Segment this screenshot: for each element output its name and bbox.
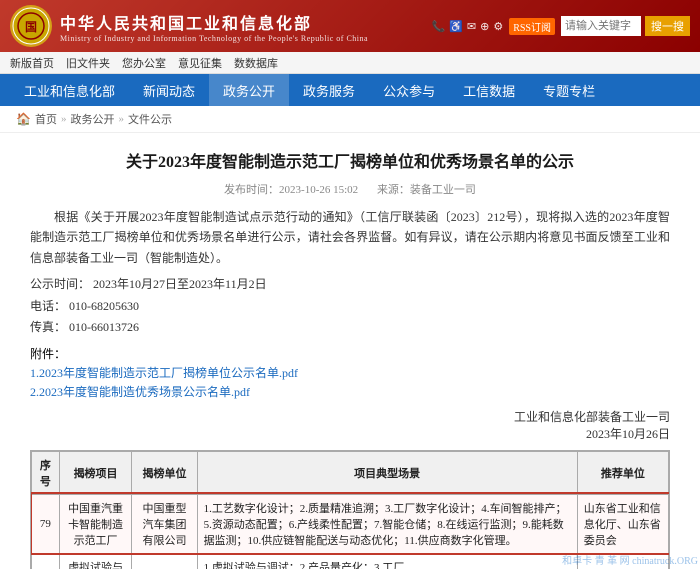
phone-icon: 📞 bbox=[431, 20, 445, 33]
pub-time-value: 2023年10月27日至2023年11月2日 bbox=[93, 277, 267, 291]
svg-text:国: 国 bbox=[25, 20, 37, 34]
nav-item-public[interactable]: 公众参与 bbox=[369, 74, 449, 106]
cell-id-next: 1 bbox=[32, 553, 60, 569]
nav-item-data[interactable]: 工信数据 bbox=[449, 74, 529, 106]
breadcrumb-sep2: » bbox=[118, 113, 124, 125]
article-body: 根据《关于开展2023年度智能制造试点示范行动的通知》（工信厅联装函〔2023〕… bbox=[30, 207, 670, 268]
rss-badge[interactable]: RSS订阅 bbox=[509, 18, 555, 35]
cell-recommend-next bbox=[577, 553, 668, 569]
col-header-recommend: 推荐单位 bbox=[577, 451, 668, 494]
nav-item-miit[interactable]: 工业和信息化部 bbox=[10, 74, 129, 106]
main-content: 关于2023年度智能制造示范工厂揭榜单位和优秀场景名单的公示 发布时间：2023… bbox=[0, 133, 700, 569]
fax-label: 传真： bbox=[30, 320, 66, 334]
table-row: 1 虚拟试验与调试 1.虚拟试验与调试；2.产品量产化；3.工厂 bbox=[32, 553, 669, 569]
cell-scenarios-79: 1.工艺数字化设计；2.质量精准追溯；3.工厂数字化设计；4.车间智能排产；5.… bbox=[197, 494, 577, 553]
settings-icon: ⚙ bbox=[493, 20, 503, 33]
header-right: 📞 ♿ ✉ ⊕ ⚙ RSS订阅 搜一搜 bbox=[431, 16, 690, 36]
col-header-project: 揭榜项目 bbox=[59, 451, 132, 494]
col-header-unit: 揭榜单位 bbox=[132, 451, 197, 494]
col-header-scenarios: 项目典型场景 bbox=[197, 451, 577, 494]
utility-link-archive[interactable]: 旧文件夹 bbox=[66, 55, 110, 71]
meta-date: 发布时间：2023-10-26 15:02 bbox=[224, 184, 358, 196]
fax-line: 传真： 010-66013726 bbox=[30, 317, 670, 339]
nav-item-govopen[interactable]: 政务公开 bbox=[209, 74, 289, 106]
data-table-wrap: 序号 揭榜项目 揭榜单位 项目典型场景 推荐单位 79 中国重汽重卡智能制造示范… bbox=[30, 450, 670, 569]
logo-emblem: 国 bbox=[10, 5, 52, 47]
attachment-2[interactable]: 2.2023年度智能制造优秀场景公示名单.pdf bbox=[30, 383, 670, 400]
article-title: 关于2023年度智能制造示范工厂揭榜单位和优秀场景名单的公示 bbox=[30, 151, 670, 175]
site-title-en: Ministry of Industry and Information Tec… bbox=[60, 34, 368, 43]
org-sign: 工业和信息化部装备工业一司 2023年10月26日 bbox=[30, 408, 670, 442]
attachments: 附件： 1.2023年度智能制造示范工厂揭榜单位公示名单.pdf 2.2023年… bbox=[30, 345, 670, 400]
cell-unit-next bbox=[132, 553, 197, 569]
cell-id-79: 79 bbox=[32, 494, 60, 553]
search-input[interactable] bbox=[561, 16, 641, 36]
article-meta: 发布时间：2023-10-26 15:02 来源：装备工业一司 bbox=[30, 181, 670, 197]
cell-unit-79: 中国重型汽车集团有限公司 bbox=[132, 494, 197, 553]
email-icon: ✉ bbox=[467, 20, 476, 33]
utility-link-data[interactable]: 数数据库 bbox=[234, 55, 278, 71]
breadcrumb-item2[interactable]: 文件公示 bbox=[128, 111, 172, 127]
phone-value: 010-68205630 bbox=[69, 299, 139, 313]
attachment-1[interactable]: 1.2023年度智能制造示范工厂揭榜单位公示名单.pdf bbox=[30, 364, 670, 381]
meta-source: 来源：装备工业一司 bbox=[377, 184, 476, 196]
header-icons: 📞 ♿ ✉ ⊕ ⚙ bbox=[431, 20, 503, 33]
phone-line: 电话： 010-68205630 bbox=[30, 296, 670, 318]
cell-project-next: 虚拟试验与调试 bbox=[59, 553, 132, 569]
breadcrumb-item1[interactable]: 政务公开 bbox=[70, 111, 114, 127]
logo-text: 中华人民共和国工业和信息化部 Ministry of Industry and … bbox=[60, 10, 368, 43]
attach-title: 附件： bbox=[30, 347, 66, 361]
table-header-row: 序号 揭榜项目 揭榜单位 项目典型场景 推荐单位 bbox=[32, 451, 669, 494]
logo-area: 国 中华人民共和国工业和信息化部 Ministry of Industry an… bbox=[10, 5, 368, 47]
table-row: 79 中国重汽重卡智能制造示范工厂 中国重型汽车集团有限公司 1.工艺数字化设计… bbox=[32, 494, 669, 553]
header-search: 搜一搜 bbox=[561, 16, 690, 36]
org-name: 工业和信息化部装备工业一司 bbox=[30, 408, 670, 425]
col-header-id: 序号 bbox=[32, 451, 60, 494]
utility-bar: 新版首页 旧文件夹 您办公室 意见征集 数数据库 bbox=[0, 52, 700, 74]
pub-time-line: 公示时间： 2023年10月27日至2023年11月2日 bbox=[30, 274, 670, 296]
search-button[interactable]: 搜一搜 bbox=[645, 16, 690, 36]
breadcrumb: 🏠 首页 » 政务公开 » 文件公示 bbox=[0, 106, 700, 133]
cell-project-79: 中国重汽重卡智能制造示范工厂 bbox=[59, 494, 132, 553]
breadcrumb-sep1: » bbox=[61, 113, 67, 125]
fax-value: 010-66013726 bbox=[69, 320, 139, 334]
phone-label: 电话： bbox=[30, 299, 66, 313]
accessibility-icon: ♿ bbox=[449, 20, 463, 33]
utility-link-feedback[interactable]: 意见征集 bbox=[178, 55, 222, 71]
nav-item-govservice[interactable]: 政务服务 bbox=[289, 74, 369, 106]
share-icon: ⊕ bbox=[480, 20, 489, 33]
nav-item-news[interactable]: 新闻动态 bbox=[129, 74, 209, 106]
pub-time-label: 公示时间： bbox=[30, 277, 90, 291]
article-paragraph: 根据《关于开展2023年度智能制造试点示范行动的通知》（工信厅联装函〔2023〕… bbox=[30, 207, 670, 268]
org-date: 2023年10月26日 bbox=[30, 425, 670, 442]
top-header: 国 中华人民共和国工业和信息化部 Ministry of Industry an… bbox=[0, 0, 700, 52]
nav-item-special[interactable]: 专题专栏 bbox=[529, 74, 609, 106]
breadcrumb-home[interactable]: 首页 bbox=[35, 111, 57, 127]
nav-bar: 工业和信息化部 新闻动态 政务公开 政务服务 公众参与 工信数据 专题专栏 bbox=[0, 74, 700, 106]
cell-recommend-79: 山东省工业和信息化厅、山东省委员会 bbox=[577, 494, 668, 553]
data-table: 序号 揭榜项目 揭榜单位 项目典型场景 推荐单位 79 中国重汽重卡智能制造示范… bbox=[31, 451, 669, 569]
cell-scenarios-next: 1.虚拟试验与调试；2.产品量产化；3.工厂 bbox=[197, 553, 577, 569]
pub-info: 公示时间： 2023年10月27日至2023年11月2日 电话： 010-682… bbox=[30, 274, 670, 339]
utility-link-home[interactable]: 新版首页 bbox=[10, 55, 54, 71]
utility-link-location[interactable]: 您办公室 bbox=[122, 55, 166, 71]
home-icon: 🏠 bbox=[16, 112, 31, 127]
site-title-cn: 中华人民共和国工业和信息化部 bbox=[60, 10, 368, 34]
